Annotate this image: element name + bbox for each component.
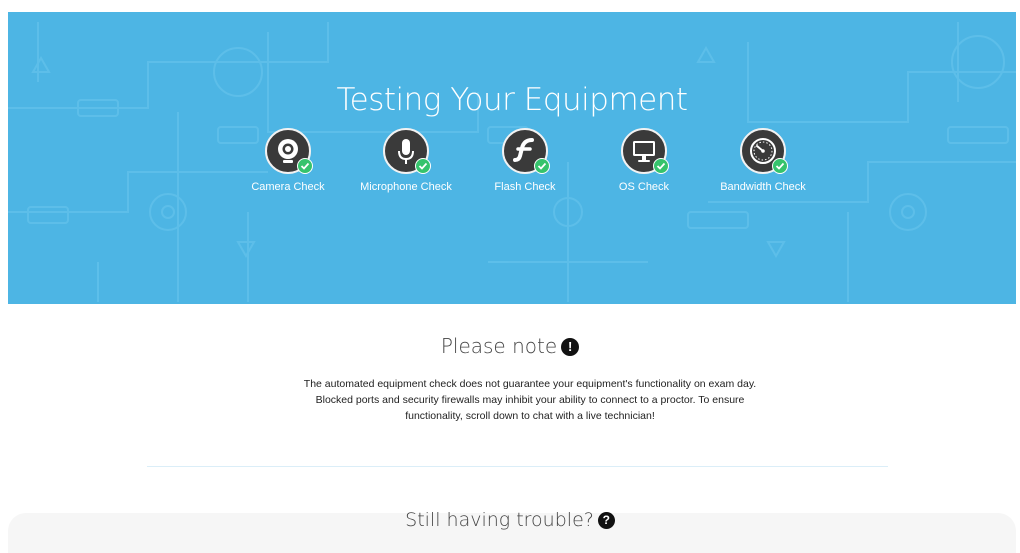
note-text: The automated equipment check does not g… — [303, 378, 757, 422]
trouble-heading: Still having trouble?? — [0, 509, 1020, 531]
bandwidth-check-badge — [740, 128, 788, 174]
check-passed-icon — [534, 158, 550, 174]
trouble-title-text: Still having trouble? — [405, 509, 594, 531]
flash-check-badge — [502, 128, 550, 174]
equipment-checks: Camera Check Microphone Check Flash Chec… — [8, 128, 1016, 218]
microphone-check-label: Microphone Check — [360, 181, 452, 193]
camera-check[interactable]: Camera Check — [223, 128, 353, 193]
check-passed-icon — [653, 158, 669, 174]
os-check-badge — [621, 128, 669, 174]
note-title-text: Please note — [440, 334, 558, 358]
bandwidth-check[interactable]: Bandwidth Check — [698, 128, 828, 193]
os-check[interactable]: OS Check — [579, 128, 709, 193]
flash-check-label: Flash Check — [494, 181, 556, 193]
check-passed-icon — [415, 158, 431, 174]
microphone-check[interactable]: Microphone Check — [341, 128, 471, 193]
microphone-check-badge — [383, 128, 431, 174]
page-title: Testing Your Equipment — [336, 82, 688, 118]
question-circle-icon[interactable]: ? — [597, 512, 615, 529]
flash-check[interactable]: Flash Check — [460, 128, 590, 193]
section-divider — [147, 466, 888, 467]
camera-check-badge — [265, 128, 313, 174]
camera-check-label: Camera Check — [251, 181, 325, 193]
bandwidth-check-label: Bandwidth Check — [720, 181, 806, 193]
os-check-label: OS Check — [618, 181, 670, 193]
check-passed-icon — [772, 158, 788, 174]
exclamation-circle-icon: ! — [561, 338, 580, 356]
check-passed-icon — [297, 158, 313, 174]
note-heading: Please note! — [0, 334, 1020, 358]
equipment-test-banner: Testing Your Equipment Camera Check Micr… — [8, 12, 1016, 304]
